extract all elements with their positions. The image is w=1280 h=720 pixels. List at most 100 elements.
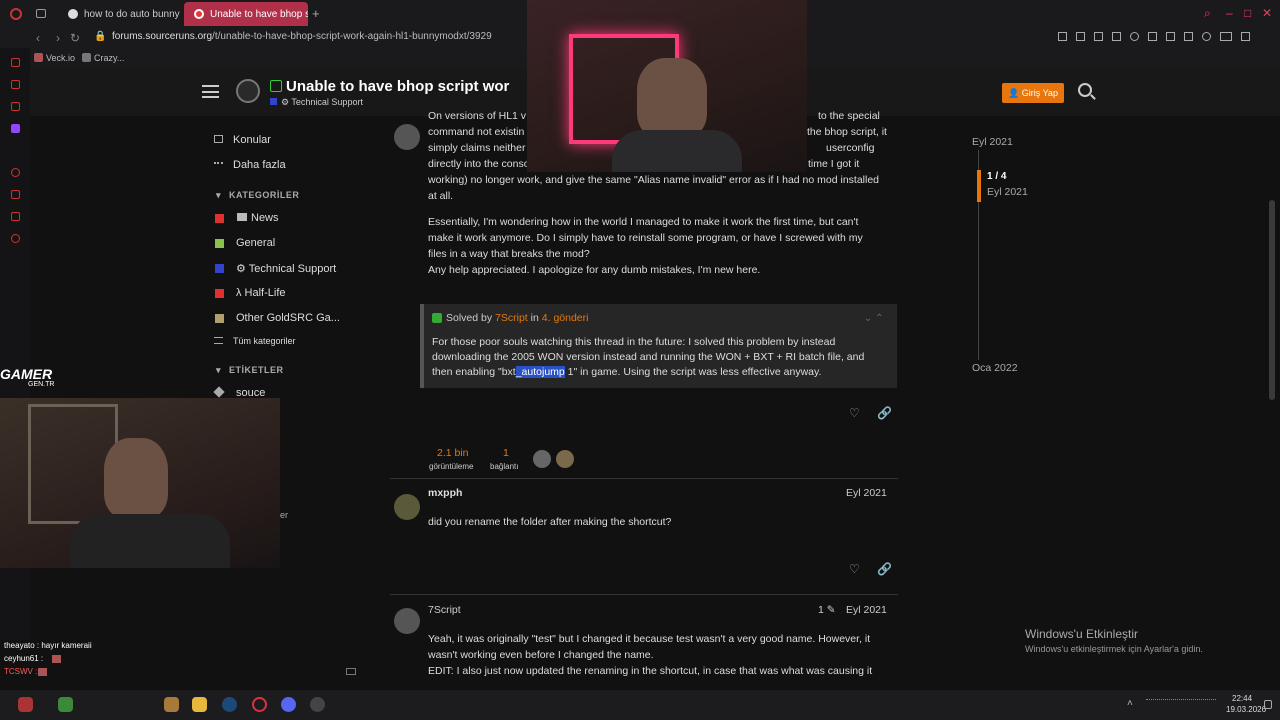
close-button[interactable]: ✕ xyxy=(1262,6,1272,20)
post-divider xyxy=(390,594,898,595)
timeline-bottom-date[interactable]: Oca 2022 xyxy=(972,362,1018,374)
avatar[interactable] xyxy=(394,608,420,634)
solved-in: in xyxy=(530,312,539,324)
tray-chevron-icon[interactable]: ˄ xyxy=(1127,698,1133,709)
steam-icon[interactable] xyxy=(222,697,237,712)
start-icon[interactable] xyxy=(18,697,33,712)
edit-count[interactable]: 1 ✎ xyxy=(818,604,836,616)
settings-icon[interactable] xyxy=(11,234,20,243)
clock-date[interactable]: 19.03.2026 xyxy=(1226,705,1266,714)
tab-bhop-script[interactable]: Unable to have bhop scrip xyxy=(184,2,308,26)
forward-icon[interactable]: › xyxy=(56,31,60,45)
link-icon[interactable]: 🔗 xyxy=(877,406,892,420)
taskbar-app-icon[interactable] xyxy=(58,697,73,712)
screenshot-icon[interactable] xyxy=(1094,32,1103,41)
clock-time[interactable]: 22:44 xyxy=(1232,694,1252,703)
participant-avatar[interactable] xyxy=(556,450,574,468)
sidebar-app-icon[interactable] xyxy=(11,168,20,177)
site-logo[interactable] xyxy=(236,79,260,103)
views-count: 2.1 bin xyxy=(437,447,469,459)
timeline-handle[interactable] xyxy=(977,170,981,202)
sidebar-app-icon[interactable] xyxy=(11,102,20,111)
taskbar-app-icon[interactable] xyxy=(310,697,325,712)
tray-icons[interactable] xyxy=(1146,699,1216,709)
notification-icon[interactable] xyxy=(1264,700,1272,709)
bookmark-icon[interactable] xyxy=(1076,32,1085,41)
sidebar-item-technical-support[interactable]: ⚙ Technical Support xyxy=(236,262,336,275)
profile-icon[interactable] xyxy=(1202,32,1211,41)
wallet-icon[interactable] xyxy=(1166,32,1175,41)
bookmark-crazy[interactable]: Crazy... xyxy=(82,53,124,63)
solved-post-link[interactable]: 4. gönderi xyxy=(542,312,589,324)
topic-title[interactable]: Unable to have bhop script wor xyxy=(270,78,509,95)
post-date[interactable]: Eyl 2021 xyxy=(846,604,887,616)
sidebar-item-general[interactable]: General xyxy=(236,237,275,249)
download-icon[interactable] xyxy=(1184,32,1193,41)
url-host: forums.sourceruns.org xyxy=(112,31,213,42)
reload-icon[interactable]: ↻ xyxy=(70,31,80,45)
windows-activate-subtitle: Windows'u etkinleştirmek için Ayarlar'a … xyxy=(1025,644,1203,654)
sidebar-app-icon[interactable] xyxy=(11,80,20,89)
minimize-button[interactable]: – xyxy=(1226,6,1233,20)
play-icon[interactable] xyxy=(1112,32,1121,41)
opera-icon[interactable] xyxy=(252,697,267,712)
solved-user-link[interactable]: 7Script xyxy=(495,312,528,324)
browser-toolbar-icons xyxy=(1058,32,1250,41)
browser-menu-icon[interactable] xyxy=(10,8,22,20)
timeline-top-date[interactable]: Eyl 2021 xyxy=(972,136,1013,148)
sidebar-app-icon[interactable] xyxy=(11,212,20,221)
categories-section-title[interactable]: ▾ KATEGORİLER xyxy=(216,190,299,201)
sidebar-item-other-goldsrc[interactable]: Other GoldSRC Ga... xyxy=(236,312,340,324)
twitch-icon[interactable] xyxy=(11,124,20,133)
menu-icon[interactable] xyxy=(1241,32,1250,41)
sidebar-app-icon[interactable] xyxy=(11,190,20,199)
extensions-icon[interactable] xyxy=(1148,32,1157,41)
collapse-icon[interactable]: ⌄ ⌃ xyxy=(864,313,884,324)
sidebar-item-topics[interactable]: Konular xyxy=(214,134,271,146)
workspaces-icon[interactable] xyxy=(36,9,46,18)
discord-icon[interactable] xyxy=(281,697,296,712)
url-field[interactable]: forums.sourceruns.org/t/unable-to-have-b… xyxy=(112,31,492,42)
solved-check-icon xyxy=(270,80,282,92)
heart-icon[interactable] xyxy=(1130,32,1139,41)
sidebar-item-all-categories[interactable]: Tüm kategoriler xyxy=(214,336,296,346)
scrollbar[interactable] xyxy=(1269,200,1275,400)
person-body xyxy=(70,514,230,568)
post-body-line: make it work anymore. Do I simply have t… xyxy=(428,232,863,244)
category-color-icon xyxy=(215,214,224,223)
post-username[interactable]: 7Script xyxy=(428,604,461,616)
sidebar-icon[interactable] xyxy=(1058,32,1067,41)
login-button[interactable]: 👤 Giriş Yap xyxy=(1002,83,1064,103)
taskbar-app-icon[interactable] xyxy=(164,697,179,712)
chat-message: theayato : hayır kameraii xyxy=(4,641,92,650)
sidebar-item-news[interactable]: News xyxy=(237,212,279,224)
sidebar-item-half-life[interactable]: λ Half-Life xyxy=(236,287,286,299)
tags-section-title[interactable]: ▾ ETİKETLER xyxy=(216,365,284,376)
windows-activate-title: Windows'u Etkinleştir xyxy=(1025,627,1138,641)
tab-auto-bunny-hop[interactable]: how to do auto bunny hop xyxy=(58,2,180,26)
topic-category[interactable]: ⚙ Technical Support xyxy=(270,97,363,108)
link-icon[interactable]: 🔗 xyxy=(877,562,892,576)
post-date[interactable]: Eyl 2021 xyxy=(846,487,887,499)
like-icon[interactable]: ♡ xyxy=(849,562,860,576)
bookmark-veck[interactable]: Veck.io xyxy=(34,53,75,63)
category-color-icon xyxy=(215,239,224,248)
avatar[interactable] xyxy=(394,494,420,520)
back-icon[interactable]: ‹ xyxy=(36,31,40,45)
participant-avatar[interactable] xyxy=(533,450,551,468)
ai-icon[interactable] xyxy=(1220,32,1232,41)
folder-icon[interactable] xyxy=(192,697,207,712)
section-label: KATEGORİLER xyxy=(229,190,300,200)
post-username[interactable]: mxpph xyxy=(428,487,462,499)
sidebar-item-label: News xyxy=(251,212,279,224)
sidebar-app-icon[interactable] xyxy=(11,58,20,67)
avatar[interactable] xyxy=(394,124,420,150)
views-label: görüntüleme xyxy=(429,462,474,471)
search-icon[interactable]: ⌕ xyxy=(1204,6,1211,21)
hamburger-menu-icon[interactable] xyxy=(202,85,219,98)
maximize-button[interactable]: □ xyxy=(1244,6,1251,20)
chat-message: TCSWV : xyxy=(4,667,38,676)
sidebar-item-more[interactable]: Daha fazla xyxy=(214,159,286,171)
new-tab-button[interactable]: + xyxy=(312,6,320,21)
like-icon[interactable]: ♡ xyxy=(849,406,860,420)
